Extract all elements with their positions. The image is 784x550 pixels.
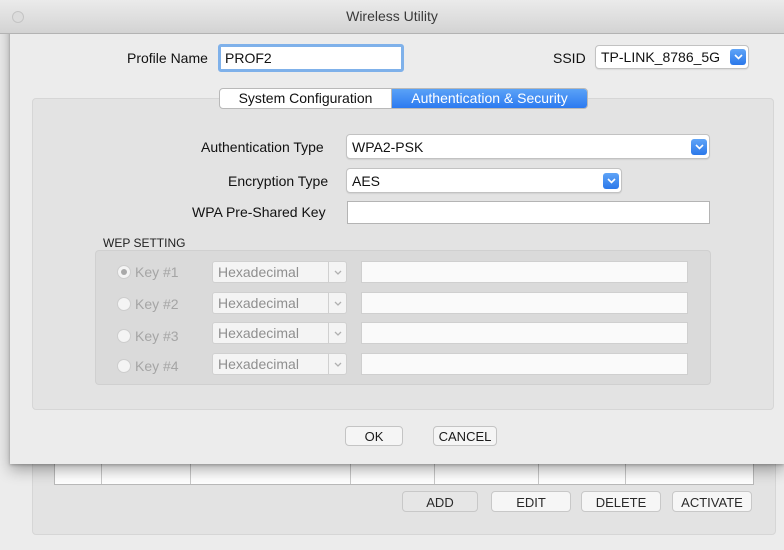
- ok-button[interactable]: OK: [345, 426, 403, 446]
- key1-format-select[interactable]: Hexadecimal: [212, 261, 347, 283]
- edit-button[interactable]: EDIT: [491, 491, 571, 512]
- key4-radio[interactable]: [117, 359, 131, 373]
- table-cell: [435, 462, 539, 484]
- encryption-type-label: Encryption Type: [228, 173, 329, 189]
- chevron-down-icon: [328, 262, 346, 282]
- key2-label: Key #2: [135, 296, 179, 312]
- ssid-select[interactable]: TP-LINK_8786_5G: [595, 45, 749, 69]
- key4-input[interactable]: [361, 353, 688, 375]
- profile-table[interactable]: [54, 462, 754, 485]
- cancel-button[interactable]: CANCEL: [433, 426, 497, 446]
- activate-button[interactable]: ACTIVATE: [672, 491, 752, 512]
- ssid-value: TP-LINK_8786_5G: [601, 49, 721, 65]
- key1-radio[interactable]: [117, 265, 131, 279]
- key3-radio[interactable]: [117, 329, 131, 343]
- key1-format-value: Hexadecimal: [218, 264, 299, 280]
- chevron-down-icon: [730, 49, 746, 65]
- wpa-psk-label: WPA Pre-Shared Key: [192, 204, 326, 220]
- key2-format-select[interactable]: Hexadecimal: [212, 292, 347, 314]
- tab-bar: System Configuration Authentication & Se…: [219, 88, 588, 109]
- chevron-down-icon: [691, 138, 707, 155]
- key3-format-value: Hexadecimal: [218, 325, 299, 341]
- table-cell: [102, 462, 191, 484]
- encryption-type-select[interactable]: AES: [346, 168, 622, 193]
- wep-setting-heading: WEP SETTING: [103, 236, 186, 250]
- table-cell: [351, 462, 435, 484]
- key4-label: Key #4: [135, 358, 179, 374]
- authentication-type-select[interactable]: WPA2-PSK: [346, 134, 710, 159]
- table-cell: [626, 462, 753, 484]
- key2-format-value: Hexadecimal: [218, 295, 299, 311]
- key1-label: Key #1: [135, 264, 179, 280]
- chevron-down-icon: [603, 172, 619, 189]
- key2-input[interactable]: [361, 292, 688, 314]
- delete-button[interactable]: DELETE: [581, 491, 661, 512]
- profile-name-input[interactable]: [218, 44, 404, 72]
- key3-format-select[interactable]: Hexadecimal: [212, 322, 347, 344]
- key3-label: Key #3: [135, 328, 179, 344]
- key2-radio[interactable]: [117, 297, 131, 311]
- table-cell: [539, 462, 626, 484]
- ssid-label: SSID: [553, 50, 586, 66]
- authentication-type-label: Authentication Type: [201, 139, 324, 155]
- authentication-type-value: WPA2-PSK: [352, 138, 424, 155]
- tab-authentication-security[interactable]: Authentication & Security: [392, 89, 587, 108]
- profile-name-label: Profile Name: [127, 50, 208, 66]
- key4-format-value: Hexadecimal: [218, 356, 299, 372]
- key3-input[interactable]: [361, 322, 688, 344]
- key4-format-select[interactable]: Hexadecimal: [212, 353, 347, 375]
- chevron-down-icon: [328, 323, 346, 343]
- table-cell: [55, 462, 102, 484]
- encryption-type-value: AES: [352, 172, 381, 189]
- chevron-down-icon: [328, 354, 346, 374]
- key1-input[interactable]: [361, 261, 688, 283]
- tab-system-configuration[interactable]: System Configuration: [220, 89, 392, 108]
- wpa-psk-input[interactable]: [347, 201, 710, 224]
- add-button[interactable]: ADD: [402, 491, 478, 512]
- window-title: Wireless Utility: [346, 8, 438, 24]
- chevron-down-icon: [328, 293, 346, 313]
- table-cell: [191, 462, 351, 484]
